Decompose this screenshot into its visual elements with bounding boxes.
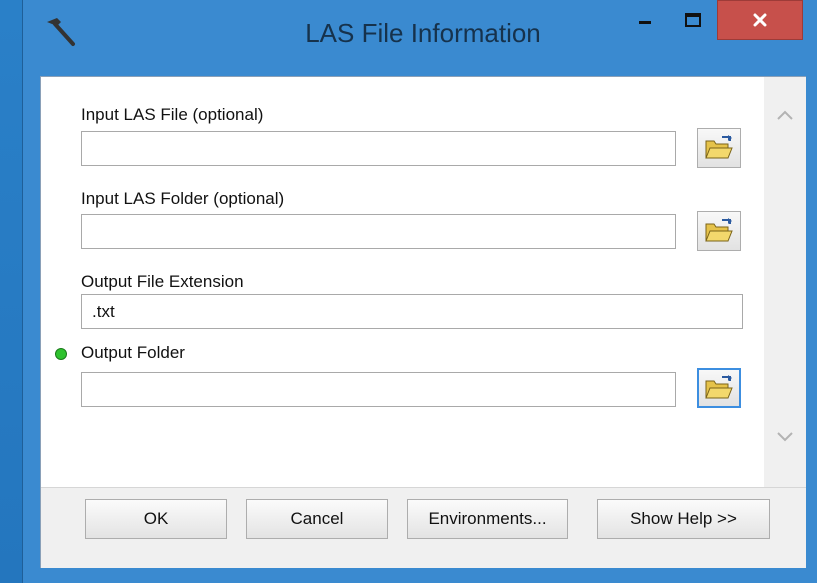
output-folder-label: Output Folder: [81, 343, 185, 362]
open-folder-icon: [705, 218, 733, 242]
browse-output-folder-button[interactable]: [697, 368, 741, 408]
output-file-extension-label: Output File Extension: [81, 272, 244, 291]
dialog-window: LAS File Information Input LAS File (opt…: [22, 0, 817, 583]
output-file-extension-field[interactable]: [81, 294, 743, 329]
output-folder-field[interactable]: [81, 372, 676, 407]
title-bar[interactable]: LAS File Information: [23, 0, 817, 76]
input-las-file-field[interactable]: [81, 131, 676, 166]
browse-las-folder-button[interactable]: [697, 211, 741, 251]
parameters-panel: Input LAS File (optional) Input LAS Fold…: [41, 77, 765, 487]
required-indicator-dot: [55, 348, 67, 360]
chevron-up-icon[interactable]: [776, 109, 794, 121]
chevron-down-icon[interactable]: [776, 431, 794, 443]
dialog-content: Input LAS File (optional) Input LAS Fold…: [40, 76, 806, 568]
environments-button[interactable]: Environments...: [407, 499, 568, 539]
cancel-button[interactable]: Cancel: [246, 499, 388, 539]
maximize-icon: [685, 13, 701, 27]
input-las-file-label: Input LAS File (optional): [81, 105, 264, 124]
dialog-footer: OK Cancel Environments... Show Help >>: [41, 487, 806, 568]
close-icon: [753, 13, 767, 27]
window-title: LAS File Information: [305, 18, 541, 48]
hammer-icon: [47, 18, 75, 46]
browse-las-file-button[interactable]: [697, 128, 741, 168]
minimize-button[interactable]: [623, 0, 667, 40]
input-las-folder-field[interactable]: [81, 214, 676, 249]
open-folder-icon: [705, 375, 733, 399]
vertical-scrollbar[interactable]: [764, 77, 806, 487]
close-button[interactable]: [717, 0, 803, 40]
open-folder-icon: [705, 135, 733, 159]
minimize-icon: [639, 21, 651, 24]
maximize-button[interactable]: [671, 0, 715, 40]
ok-button[interactable]: OK: [85, 499, 227, 539]
window-bottom-border: [40, 568, 806, 583]
input-las-folder-label: Input LAS Folder (optional): [81, 189, 285, 208]
show-help-button[interactable]: Show Help >>: [597, 499, 770, 539]
